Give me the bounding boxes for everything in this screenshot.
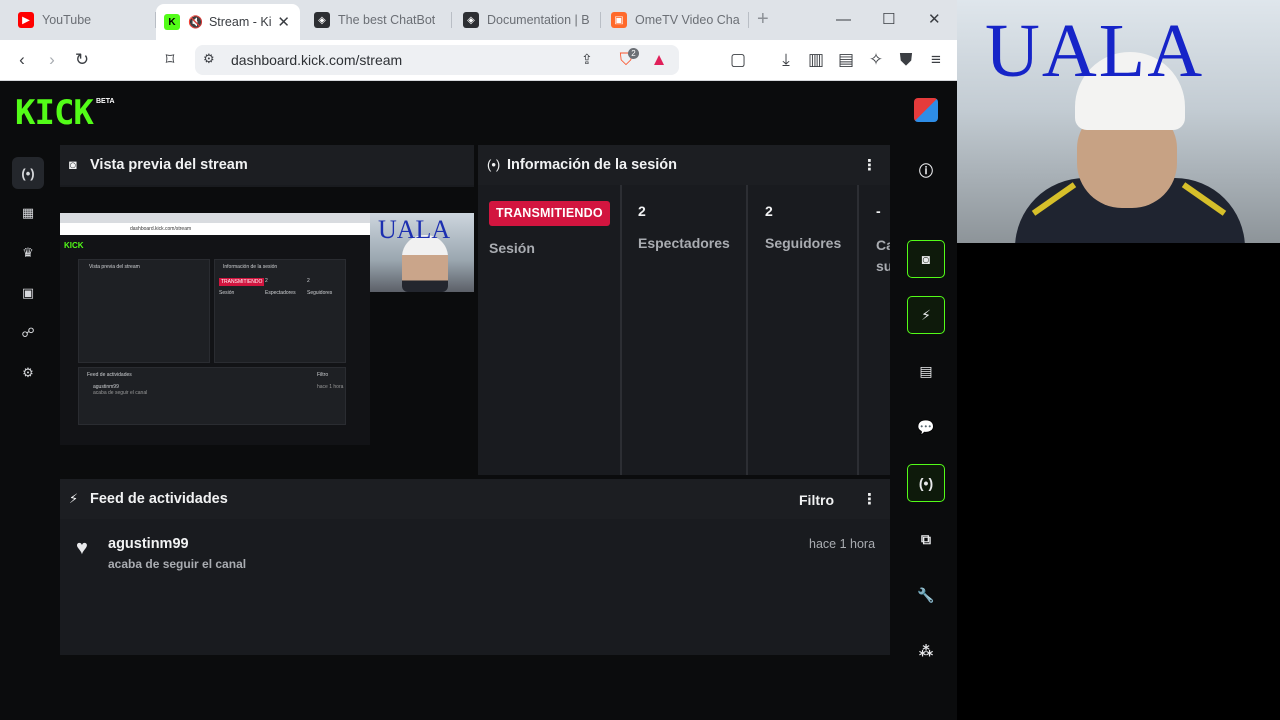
viewers-count: 2 <box>638 203 646 219</box>
bolt-icon: ⚡ <box>69 491 79 506</box>
new-tab-button[interactable]: + <box>757 9 769 29</box>
info-icon[interactable]: ⓘ <box>907 152 945 190</box>
nav-settings-icon[interactable]: ⚙ <box>12 357 44 389</box>
site-settings-icon[interactable]: ⚙ <box>203 51 215 67</box>
brave-rewards-icon[interactable]: ▲ <box>649 50 669 70</box>
session-label: Sesión <box>489 240 535 256</box>
sidebar-icon[interactable]: ▥ <box>806 50 826 70</box>
tab-youtube[interactable]: ▶ YouTube <box>10 4 156 36</box>
activity-username[interactable]: agustinm99 <box>108 536 189 552</box>
leo-icon[interactable]: ✧ <box>866 50 886 70</box>
webcam-overlay: UALA <box>957 0 1280 243</box>
forward-icon[interactable]: › <box>42 50 62 70</box>
wallet-icon[interactable]: ▤ <box>836 50 856 70</box>
chatbot-icon: ◈ <box>314 12 330 28</box>
tab-ometv[interactable]: ▣ OmeTV Video Cha <box>603 4 749 36</box>
followers-label: Seguidores <box>765 235 842 251</box>
tools-icon[interactable]: 🔧 <box>907 576 945 614</box>
chat-icon[interactable]: 💬 <box>907 408 945 446</box>
share-icon[interactable]: ⇪ <box>581 51 593 68</box>
layout-icon[interactable]: ⧉ <box>907 520 945 558</box>
stream-preview-video[interactable]: dashboard.kick.com/stream KICK Vista pre… <box>60 213 474 445</box>
nav-community-icon[interactable]: ☍ <box>12 317 44 349</box>
third-stat-label: Ca su <box>876 237 890 274</box>
webcam-text: UALA <box>985 9 1205 93</box>
tab-stream-kick[interactable]: K 🔇 Stream - Ki ✕ <box>156 4 300 40</box>
docs-icon: ◈ <box>463 12 479 28</box>
activity-options-icon[interactable]: ⋮ <box>862 490 877 508</box>
minimize-icon[interactable]: — <box>836 10 851 30</box>
status-badge: TRANSMITIENDO <box>489 201 610 226</box>
activity-description: acaba de seguir el canal <box>108 557 247 571</box>
viewers-label: Espectadores <box>638 235 730 251</box>
menu-icon[interactable]: ≡ <box>926 50 946 70</box>
filter-button[interactable]: Filtro <box>799 492 834 508</box>
vpn-icon[interactable]: ⛊ <box>896 50 916 70</box>
tab-bar: ▶ YouTube K 🔇 Stream - Ki ✕ ◈ The best C… <box>0 0 957 40</box>
bookmark-icon[interactable]: ⌑ <box>160 50 180 70</box>
avatar[interactable] <box>914 98 938 122</box>
url-text[interactable]: dashboard.kick.com/stream <box>231 52 402 68</box>
tab-chatbot[interactable]: ◈ The best ChatBot <box>306 4 452 36</box>
back-icon[interactable]: ‹ <box>12 50 32 70</box>
integrations-icon[interactable]: ⁂ <box>907 632 945 670</box>
maximize-icon[interactable]: ☐ <box>882 10 895 30</box>
nav-screen-icon[interactable]: ▣ <box>12 277 44 309</box>
browser-window: ▶ YouTube K 🔇 Stream - Ki ✕ ◈ The best C… <box>0 0 957 720</box>
preview-mini-screen: dashboard.kick.com/stream KICK Vista pre… <box>60 213 370 445</box>
screen: ▶ YouTube K 🔇 Stream - Ki ✕ ◈ The best C… <box>0 0 1280 720</box>
reader-icon[interactable]: ▢ <box>728 50 748 70</box>
beta-badge: BETA <box>96 98 115 105</box>
shield-badge: 2 <box>628 48 639 59</box>
third-stat-value: - <box>876 203 881 219</box>
session-toggle-icon[interactable]: (•) <box>907 464 945 502</box>
window-close-icon[interactable]: ✕ <box>928 10 941 30</box>
activity-title: Feed de actividades <box>90 491 228 507</box>
browser-toolbar: ‹ › ↻ ⌑ ⚙ dashboard.kick.com/stream ⇪ ⛉ … <box>0 40 957 81</box>
nav-trophy-icon[interactable]: ♛ <box>12 237 44 269</box>
preview-title: Vista previa del stream <box>90 157 248 173</box>
kick-icon: K <box>164 14 180 30</box>
address-bar[interactable]: ⚙ dashboard.kick.com/stream ⇪ <box>195 45 679 75</box>
ometv-icon: ▣ <box>611 12 627 28</box>
youtube-icon: ▶ <box>18 12 34 28</box>
reload-icon[interactable]: ↻ <box>72 50 92 70</box>
stream-preview-panel: ◙ Vista previa del stream <box>60 145 474 187</box>
kick-logo[interactable]: KICK <box>15 96 94 130</box>
stream-preview-toggle-icon[interactable]: ◙ <box>907 240 945 278</box>
preview-webcam: UALA <box>370 213 474 292</box>
nav-analytics-icon[interactable]: ▦ <box>12 197 44 229</box>
followers-count: 2 <box>765 203 773 219</box>
activity-timestamp: hace 1 hora <box>809 537 876 551</box>
broadcast-icon: (•) <box>487 157 501 172</box>
heart-icon: ♥ <box>76 537 88 559</box>
download-icon[interactable]: ⤓ <box>776 50 796 70</box>
nav-stream-icon[interactable]: (•) <box>12 157 44 189</box>
activity-toggle-icon[interactable]: ⚡ <box>907 296 945 334</box>
camera-icon: ◙ <box>69 157 77 172</box>
close-tab-icon[interactable]: ✕ <box>277 13 290 31</box>
session-options-icon[interactable]: ⋮ <box>862 156 877 174</box>
session-info-panel: (•) Información de la sesión ⋮ <box>478 145 890 475</box>
tab-documentation[interactable]: ◈ Documentation | B <box>455 4 601 36</box>
mute-icon[interactable]: 🔇 <box>188 15 203 29</box>
notes-icon[interactable]: ▤ <box>907 352 945 390</box>
session-title: Información de la sesión <box>507 157 678 173</box>
